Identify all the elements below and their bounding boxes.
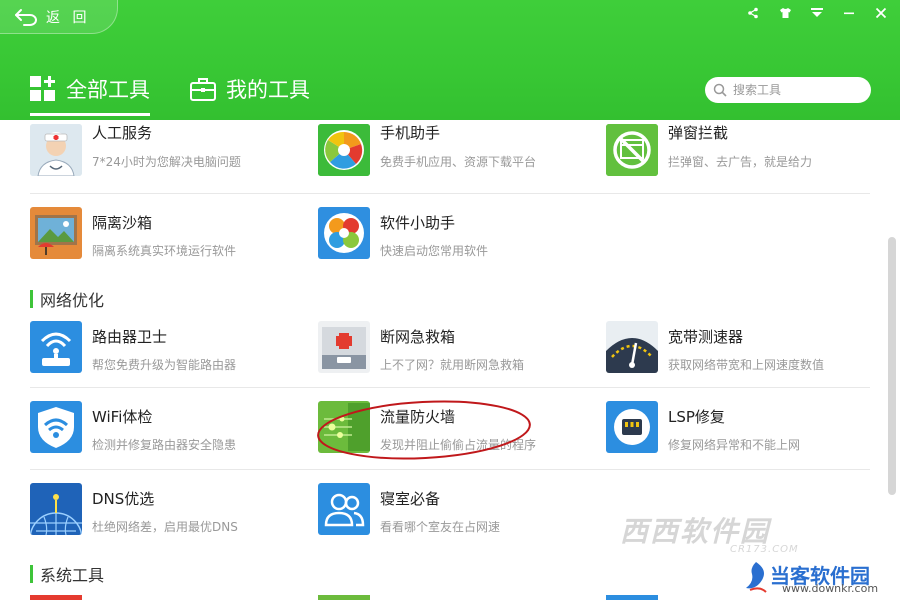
- watermark-xixi: 西西软件园 CR173.COM: [620, 510, 798, 555]
- lsp-repair-icon: [606, 401, 658, 453]
- tool-popup-block[interactable]: 弹窗拦截 拦弹窗、去广告，就是给力: [606, 120, 885, 200]
- tool-row: 路由器卫士 帮您免费升级为智能路由器 断网急救箱 上不了网？就用断网急救箱 宽带…: [30, 318, 870, 388]
- briefcase-icon: [190, 77, 216, 101]
- dns-globe-icon: [30, 483, 82, 535]
- section-header-network: 网络优化: [30, 288, 104, 310]
- scrollbar[interactable]: [888, 125, 896, 595]
- window-controls: [744, 4, 890, 22]
- tool-name: 弹窗拦截: [668, 124, 729, 142]
- popup-block-icon: [606, 124, 658, 176]
- tab-my-tools-label: 我的工具: [226, 78, 310, 102]
- sandbox-icon: [30, 207, 82, 259]
- search-input[interactable]: [733, 83, 863, 97]
- section-title: 系统工具: [40, 566, 105, 585]
- tool-name: 人工服务: [92, 124, 153, 142]
- tool-name: 隔离沙箱: [92, 214, 153, 232]
- search-box[interactable]: [705, 77, 871, 103]
- dorm-users-icon: [318, 483, 370, 535]
- tool-row: WiFi体检 检测并修复路由器安全隐患 流量防火墙 发现并阻止偷偷占流量的程序: [30, 398, 870, 470]
- watermark-logo-icon: [746, 562, 767, 593]
- back-button[interactable]: 返 回: [0, 0, 118, 34]
- tool-desc: 上不了网？就用断网急救箱: [380, 358, 525, 372]
- partial-tool-icon: [30, 595, 82, 600]
- tool-phone-assistant[interactable]: 手机助手 免费手机应用、资源下载平台: [318, 120, 598, 200]
- tool-desc: 7*24小时为您解决电脑问题: [92, 155, 241, 169]
- tab-all-tools-label: 全部工具: [66, 78, 150, 102]
- section-header-system: 系统工具: [30, 563, 104, 585]
- back-label: 返 回: [46, 9, 91, 26]
- doctor-icon: [30, 124, 82, 176]
- tab-all-tools[interactable]: 全部工具: [30, 72, 150, 116]
- watermark-downkr-sub: www.downkr.com: [782, 582, 879, 595]
- tab-bar: 全部工具 我的工具: [30, 72, 310, 116]
- tool-dorm-essential[interactable]: 寝室必备 看看哪个室友在占网速: [318, 480, 598, 560]
- speedometer-icon: [606, 321, 658, 373]
- tool-sandbox[interactable]: 隔离沙箱 隔离系统真实环境运行软件: [30, 204, 310, 284]
- first-aid-icon: [318, 321, 370, 373]
- router-icon: [30, 321, 82, 373]
- tool-desc: 帮您免费升级为智能路由器: [92, 358, 237, 372]
- phone-assistant-icon: [318, 124, 370, 176]
- tool-desc: 修复网络异常和不能上网: [668, 438, 801, 452]
- tool-desc: 发现并阻止偷偷占流量的程序: [380, 438, 537, 452]
- tool-desc: 检测并修复路由器安全隐患: [92, 438, 237, 452]
- tool-software-helper[interactable]: 软件小助手 快速启动您常用软件: [318, 204, 598, 284]
- software-helper-icon: [318, 207, 370, 259]
- close-icon[interactable]: [872, 4, 890, 22]
- tool-row: 人工服务 7*24小时为您解决电脑问题 手机助手 免费手机应用、资源下载平台 弹…: [30, 120, 870, 194]
- section-bar: [30, 290, 33, 308]
- tool-speed-test[interactable]: 宽带测速器 获取网络带宽和上网速度数值: [606, 318, 885, 398]
- tab-my-tools[interactable]: 我的工具: [190, 72, 310, 106]
- tool-desc: 拦弹窗、去广告，就是给力: [668, 155, 813, 169]
- tool-lsp-repair[interactable]: LSP修复 修复网络异常和不能上网: [606, 398, 885, 478]
- tool-name: 宽带测速器: [668, 328, 744, 346]
- tool-dns-optimize[interactable]: DNS优选 杜绝网络差，启用最优DNS: [30, 480, 310, 560]
- wifi-shield-icon: [30, 401, 82, 453]
- header-bar: 返 回 全部工具 我的工具 搜索工具: [0, 0, 900, 120]
- minimize-icon[interactable]: [840, 4, 858, 22]
- search-icon: [713, 83, 727, 97]
- tool-desc: 隔离系统真实环境运行软件: [92, 244, 237, 258]
- tool-name: 流量防火墙: [380, 408, 456, 426]
- watermark-xixi-sub: CR173.COM: [730, 544, 799, 555]
- tool-wifi-check[interactable]: WiFi体检 检测并修复路由器安全隐患: [30, 398, 310, 478]
- tool-desc: 看看哪个室友在占网速: [380, 520, 501, 534]
- partial-tool-icon: [606, 595, 658, 600]
- tool-desc: 快速启动您常用软件: [380, 244, 489, 258]
- share-icon[interactable]: [744, 4, 762, 22]
- tool-name: 寝室必备: [380, 490, 441, 508]
- tool-first-aid[interactable]: 断网急救箱 上不了网？就用断网急救箱: [318, 318, 598, 398]
- tool-name: DNS优选: [92, 490, 155, 508]
- tool-manual-service[interactable]: 人工服务 7*24小时为您解决电脑问题: [30, 120, 310, 200]
- partial-tool-icon: [318, 595, 370, 600]
- tool-desc: 获取网络带宽和上网速度数值: [668, 358, 825, 372]
- tool-name: 手机助手: [380, 124, 441, 142]
- back-arrow-icon: [15, 8, 37, 26]
- tool-traffic-firewall[interactable]: 流量防火墙 发现并阻止偷偷占流量的程序: [318, 398, 598, 478]
- menu-icon[interactable]: [808, 4, 826, 22]
- firewall-icon: [318, 401, 370, 453]
- watermark-downkr: 当客软件园 www.downkr.com: [770, 560, 878, 595]
- section-bar: [30, 565, 33, 583]
- tool-name: LSP修复: [668, 408, 725, 426]
- tool-desc: 免费手机应用、资源下载平台: [380, 155, 537, 169]
- tool-name: 断网急救箱: [380, 328, 456, 346]
- tool-desc: 杜绝网络差，启用最优DNS: [92, 520, 238, 534]
- grid-plus-icon: [30, 76, 56, 102]
- tool-name: 路由器卫士: [92, 328, 168, 346]
- tool-row: 隔离沙箱 隔离系统真实环境运行软件 软件小助手 快速启动您常用软件: [30, 204, 870, 284]
- section-title: 网络优化: [40, 291, 105, 310]
- scrollbar-thumb[interactable]: [888, 237, 896, 495]
- tool-router-guard[interactable]: 路由器卫士 帮您免费升级为智能路由器: [30, 318, 310, 398]
- tool-name: 软件小助手: [380, 214, 456, 232]
- tool-name: WiFi体检: [92, 408, 153, 426]
- shirt-icon[interactable]: [776, 4, 794, 22]
